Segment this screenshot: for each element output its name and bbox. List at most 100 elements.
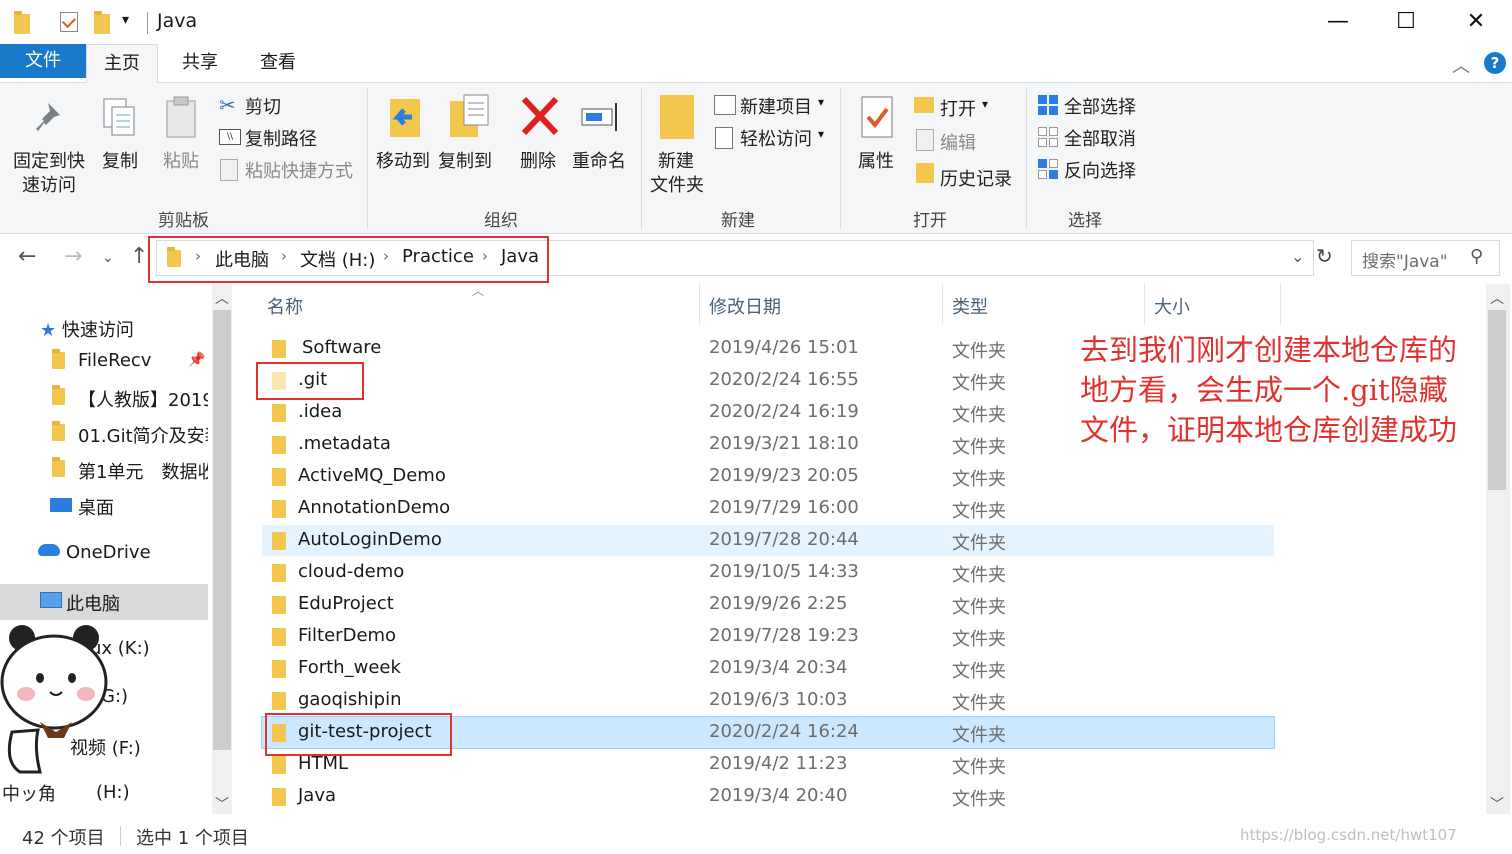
sidebar-item-filerecv[interactable]: FileRecv (78, 350, 151, 371)
sidebar-item-quick-access[interactable]: ★ 快速访问 (40, 316, 134, 342)
address-dropdown-icon[interactable]: ⌄ (1291, 247, 1304, 266)
new-item-dropdown-icon[interactable]: ▾ (818, 95, 824, 109)
file-date: 2019/7/28 20:44 (709, 529, 859, 550)
refresh-icon[interactable]: ↻ (1316, 244, 1333, 268)
column-separator[interactable] (1144, 284, 1145, 324)
forward-icon[interactable]: → (64, 244, 82, 269)
edit-button[interactable]: 编辑 (940, 129, 976, 155)
open-icon (914, 97, 934, 113)
file-type: 文件夹 (952, 629, 1006, 650)
tab-view[interactable]: 查看 (244, 44, 312, 82)
desktop-icon (50, 498, 72, 512)
folder-icon (272, 564, 286, 582)
tab-share[interactable]: 共享 (166, 44, 234, 82)
file-row-hover[interactable]: AutoLoginDemo 2019/7/28 20:44 文件夹 (262, 525, 1274, 556)
collapse-ribbon-icon[interactable]: ︿ (1452, 52, 1470, 78)
search-icon[interactable]: ⚲ (1470, 246, 1483, 267)
column-separator[interactable] (1280, 284, 1281, 324)
new-folder-button[interactable]: 新建 (658, 147, 694, 173)
file-name: gaoqishipin (298, 689, 402, 710)
copy-to-button[interactable]: 复制到 (438, 147, 492, 173)
file-row[interactable]: FilterDemo 2019/7/28 19:23 文件夹 (262, 621, 1274, 652)
annotation-line: 文件，证明本地仓库创建成功 (1080, 413, 1458, 447)
folder-icon (52, 349, 65, 369)
pin-quick-access-button[interactable]: 固定到快 (13, 147, 85, 173)
properties-button[interactable]: 属性 (858, 147, 894, 173)
column-separator[interactable] (699, 284, 700, 324)
column-header-type[interactable]: 类型 (952, 293, 988, 319)
open-button[interactable]: 打开 (940, 95, 976, 121)
column-separator[interactable] (942, 284, 943, 324)
open-dropdown-icon[interactable]: ▾ (982, 97, 988, 111)
file-row[interactable]: gaoqishipin 2019/6/3 10:03 文件夹 (262, 685, 1274, 716)
tab-file[interactable]: 文件 (0, 44, 86, 78)
recent-locations-icon[interactable]: ⌄ (102, 250, 114, 266)
help-icon[interactable]: ? (1484, 52, 1506, 74)
minimize-button[interactable]: — (1318, 8, 1358, 36)
scroll-down-icon[interactable]: ﹀ (215, 794, 229, 814)
file-row[interactable]: cloud-demo 2019/10/5 14:33 文件夹 (262, 557, 1274, 588)
sidebar-item-onedrive[interactable]: OneDrive (66, 542, 151, 563)
scroll-up-icon[interactable]: ︿ (1490, 288, 1504, 308)
edit-icon (916, 129, 934, 151)
copy-to-icon (448, 93, 492, 141)
sidebar-item-this-pc[interactable]: 此电脑 (66, 590, 120, 616)
sidebar-item-folder[interactable]: 第1单元 数据收 (78, 458, 208, 484)
history-button[interactable]: 历史记录 (940, 165, 1012, 191)
paste-shortcut-button[interactable]: 粘贴快捷方式 (245, 157, 353, 183)
move-to-button[interactable]: 移动到 (376, 147, 430, 173)
maximize-button[interactable]: ☐ (1386, 8, 1426, 36)
file-row[interactable]: ActiveMQ_Demo 2019/9/23 20:05 文件夹 (262, 461, 1274, 492)
ribbon-separator (641, 89, 642, 229)
folder-icon (272, 340, 286, 358)
invert-selection-button[interactable]: 反向选择 (1064, 157, 1136, 183)
scroll-up-icon[interactable]: ︿ (215, 288, 229, 308)
select-none-button[interactable]: 全部取消 (1064, 125, 1136, 151)
new-folder-quick-icon[interactable] (94, 11, 110, 34)
pin-icon[interactable]: 📌 (188, 352, 205, 368)
close-button[interactable]: ✕ (1456, 8, 1496, 36)
cut-button[interactable]: 剪切 (245, 93, 281, 119)
folder-icon (272, 436, 286, 454)
copy-path-button[interactable]: 复制路径 (245, 125, 317, 151)
scroll-down-icon[interactable]: ﹀ (1490, 794, 1504, 814)
sidebar-item-folder[interactable]: 【人教版】2019 (78, 386, 208, 412)
delete-button[interactable]: 删除 (520, 147, 556, 173)
folder-icon (52, 457, 65, 477)
easy-access-button[interactable]: 轻松访问 (740, 125, 812, 151)
back-icon[interactable]: ← (18, 244, 36, 269)
search-placeholder: 搜索"Java" (1362, 252, 1448, 272)
rename-button[interactable]: 重命名 (572, 147, 626, 173)
customize-quick-access-icon[interactable]: ▾ (122, 12, 129, 28)
folder-icon (272, 660, 286, 678)
file-date: 2019/10/5 14:33 (709, 561, 859, 582)
file-row[interactable]: Java 2019/3/4 20:40 文件夹 (262, 781, 1274, 812)
sidebar-scrollbar-thumb[interactable] (213, 310, 231, 750)
up-icon[interactable]: ↑ (130, 244, 148, 269)
new-folder-label-2: 文件夹 (650, 175, 704, 196)
column-header-name[interactable]: 名称 (267, 293, 303, 319)
file-row[interactable]: AnnotationDemo 2019/7/29 16:00 文件夹 (262, 493, 1274, 524)
file-row[interactable]: Forth_week 2019/3/4 20:34 文件夹 (262, 653, 1274, 684)
new-item-button[interactable]: 新建项目 (740, 93, 812, 119)
file-date: 2020/2/24 16:55 (709, 369, 859, 390)
easy-access-dropdown-icon[interactable]: ▾ (818, 127, 824, 141)
file-type: 文件夹 (952, 341, 1006, 362)
folder-icon (52, 421, 65, 441)
file-type: 文件夹 (952, 693, 1006, 714)
sidebar-item-desktop[interactable]: 桌面 (78, 494, 114, 520)
window-title: Java (157, 10, 198, 32)
column-header-date[interactable]: 修改日期 (709, 293, 781, 319)
tab-home[interactable]: 主页 (86, 44, 158, 83)
folder-icon (272, 692, 286, 710)
file-name: .idea (298, 401, 343, 422)
sidebar-item-folder[interactable]: 01.Git简介及安装 (78, 422, 208, 448)
copy-button[interactable]: 复制 (102, 147, 138, 173)
search-input[interactable]: 搜索"Java" ⚲ (1351, 240, 1500, 276)
select-all-button[interactable]: 全部选择 (1064, 93, 1136, 119)
properties-quick-icon[interactable] (60, 12, 78, 32)
folder-icon (272, 596, 286, 614)
file-row[interactable]: EduProject 2019/9/26 2:25 文件夹 (262, 589, 1274, 620)
column-header-size[interactable]: 大小 (1154, 293, 1190, 319)
paste-button[interactable]: 粘贴 (163, 147, 199, 173)
